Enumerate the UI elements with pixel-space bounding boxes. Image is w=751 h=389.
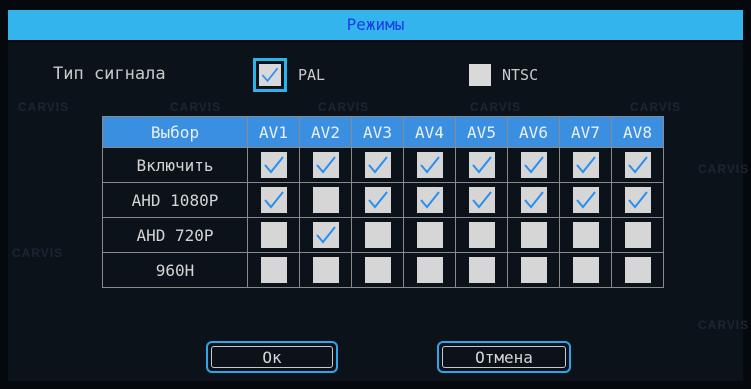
ok-button[interactable]: Ок bbox=[206, 341, 338, 373]
table-row: AHD 720P bbox=[102, 217, 664, 253]
table-row: 960H bbox=[102, 252, 664, 288]
column-header-av5: AV5 bbox=[455, 116, 508, 148]
column-header-av8: AV8 bbox=[611, 116, 664, 148]
column-header-select: Выбор bbox=[102, 116, 248, 148]
ok-button-label: Ок bbox=[211, 346, 333, 368]
row-label-ahd1080p: AHD 1080P bbox=[102, 182, 248, 218]
pal-label: PAL bbox=[298, 66, 326, 84]
column-header-av6: AV6 bbox=[507, 116, 560, 148]
960h-av1-checkbox[interactable] bbox=[260, 257, 287, 283]
checkmark-icon bbox=[523, 191, 544, 209]
row-label-ahd720p: AHD 720P bbox=[102, 217, 248, 253]
table-header-row: Выбор AV1 AV2 AV3 AV4 AV5 AV6 AV7 AV8 bbox=[102, 116, 664, 148]
ahd720p-av2-checkbox[interactable] bbox=[312, 222, 339, 248]
enable-av3-checkbox[interactable] bbox=[364, 152, 391, 178]
checkmark-icon bbox=[261, 67, 279, 83]
checkmark-icon bbox=[367, 191, 388, 209]
960h-av2-checkbox[interactable] bbox=[312, 257, 339, 283]
window-title: Режимы bbox=[8, 10, 743, 40]
enable-av4-checkbox[interactable] bbox=[416, 152, 443, 178]
mode-table: Выбор AV1 AV2 AV3 AV4 AV5 AV6 AV7 AV8 Вк… bbox=[102, 116, 664, 288]
column-header-av7: AV7 bbox=[559, 116, 612, 148]
enable-av2-checkbox[interactable] bbox=[312, 152, 339, 178]
watermark-logo: CARVIS bbox=[698, 318, 750, 332]
pal-checkbox[interactable] bbox=[253, 58, 287, 92]
watermark-logo: CARVIS bbox=[12, 246, 64, 260]
ahd1080p-av6-checkbox[interactable] bbox=[520, 187, 547, 213]
dialog-window: Режимы CARVIS CARVIS CARVIS CARVIS CARVI… bbox=[0, 0, 751, 389]
checkmark-icon bbox=[627, 191, 648, 209]
checkmark-icon bbox=[263, 191, 284, 209]
table-row: Включить bbox=[102, 147, 664, 183]
960h-av7-checkbox[interactable] bbox=[572, 257, 599, 283]
ahd1080p-av8-checkbox[interactable] bbox=[624, 187, 651, 213]
column-header-av2: AV2 bbox=[299, 116, 352, 148]
cancel-button-label: Отмена bbox=[442, 346, 566, 368]
ntsc-checkbox[interactable] bbox=[469, 64, 491, 86]
enable-av5-checkbox[interactable] bbox=[468, 152, 495, 178]
ahd720p-av4-checkbox[interactable] bbox=[416, 222, 443, 248]
checkmark-icon bbox=[523, 156, 544, 174]
enable-av1-checkbox[interactable] bbox=[260, 152, 287, 178]
checkmark-icon bbox=[627, 156, 648, 174]
watermark-logo: CARVIS bbox=[318, 100, 370, 114]
checkmark-icon bbox=[471, 156, 492, 174]
column-header-av4: AV4 bbox=[403, 116, 456, 148]
watermark-logo: CARVIS bbox=[18, 100, 70, 114]
cancel-button[interactable]: Отмена bbox=[437, 341, 571, 373]
column-header-av3: AV3 bbox=[351, 116, 404, 148]
checkmark-icon bbox=[471, 191, 492, 209]
checkmark-icon bbox=[315, 156, 336, 174]
ahd720p-av8-checkbox[interactable] bbox=[624, 222, 651, 248]
watermark-logo: CARVIS bbox=[630, 100, 682, 114]
row-label-enable: Включить bbox=[102, 147, 248, 183]
watermark-logo: CARVIS bbox=[170, 100, 222, 114]
signal-type-label: Тип сигнала bbox=[53, 64, 166, 84]
960h-av6-checkbox[interactable] bbox=[520, 257, 547, 283]
enable-av6-checkbox[interactable] bbox=[520, 152, 547, 178]
ahd1080p-av7-checkbox[interactable] bbox=[572, 187, 599, 213]
checkmark-icon bbox=[367, 156, 388, 174]
watermark-logo: CARVIS bbox=[698, 162, 750, 176]
ahd720p-av5-checkbox[interactable] bbox=[468, 222, 495, 248]
960h-av5-checkbox[interactable] bbox=[468, 257, 495, 283]
enable-av8-checkbox[interactable] bbox=[624, 152, 651, 178]
table-row: AHD 1080P bbox=[102, 182, 664, 218]
ahd1080p-av5-checkbox[interactable] bbox=[468, 187, 495, 213]
column-header-av1: AV1 bbox=[247, 116, 300, 148]
ahd720p-av6-checkbox[interactable] bbox=[520, 222, 547, 248]
watermark-logo: CARVIS bbox=[470, 100, 522, 114]
enable-av7-checkbox[interactable] bbox=[572, 152, 599, 178]
ahd720p-av7-checkbox[interactable] bbox=[572, 222, 599, 248]
checkmark-icon bbox=[575, 156, 596, 174]
ahd1080p-av1-checkbox[interactable] bbox=[260, 187, 287, 213]
checkmark-icon bbox=[419, 156, 440, 174]
ntsc-label: NTSC bbox=[502, 66, 539, 84]
checkmark-icon bbox=[419, 191, 440, 209]
ahd720p-av3-checkbox[interactable] bbox=[364, 222, 391, 248]
960h-av4-checkbox[interactable] bbox=[416, 257, 443, 283]
checkmark-icon bbox=[263, 156, 284, 174]
960h-av3-checkbox[interactable] bbox=[364, 257, 391, 283]
ahd1080p-av2-checkbox[interactable] bbox=[312, 187, 339, 213]
960h-av8-checkbox[interactable] bbox=[624, 257, 651, 283]
ahd1080p-av4-checkbox[interactable] bbox=[416, 187, 443, 213]
row-label-960h: 960H bbox=[102, 252, 248, 288]
ahd720p-av1-checkbox[interactable] bbox=[260, 222, 287, 248]
ahd1080p-av3-checkbox[interactable] bbox=[364, 187, 391, 213]
checkmark-icon bbox=[575, 191, 596, 209]
checkmark-icon bbox=[315, 226, 336, 244]
